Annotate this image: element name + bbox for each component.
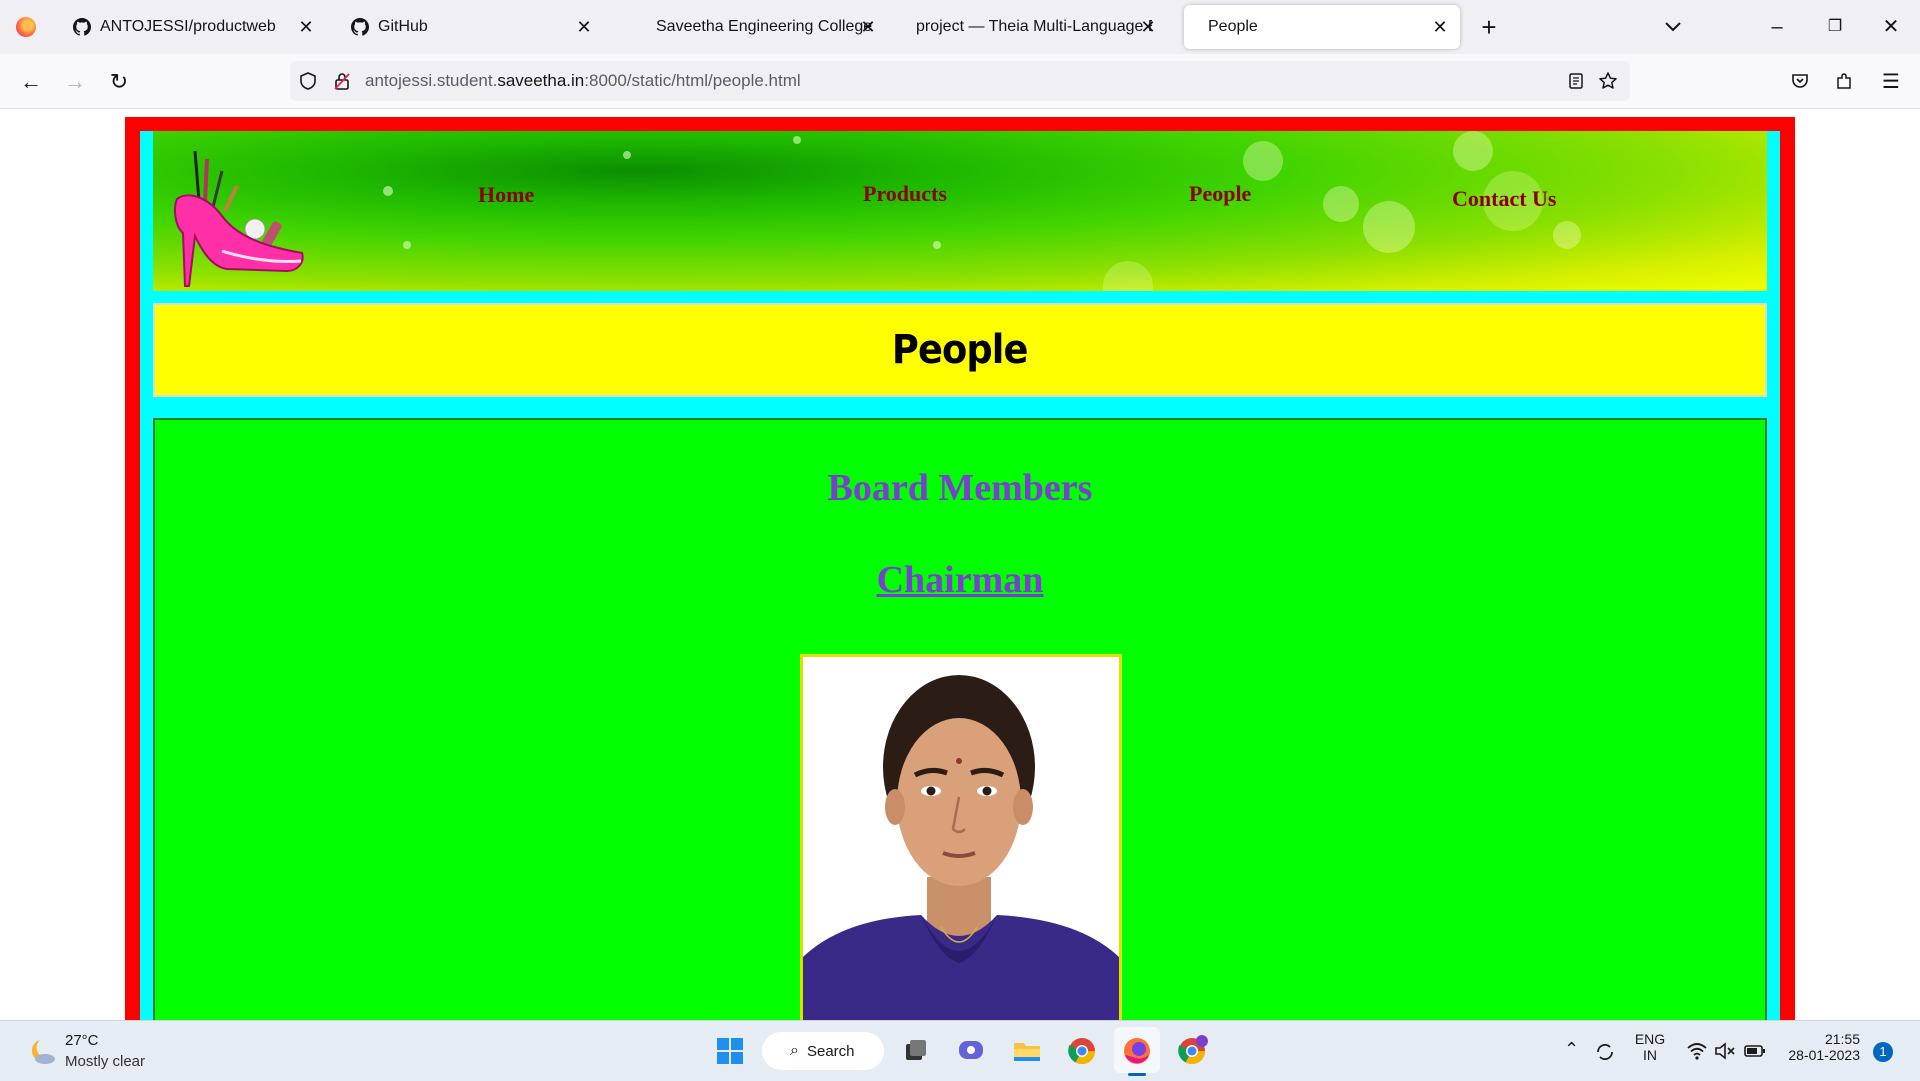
- header-banner: Home Products People Contact Us: [153, 131, 1767, 291]
- pocket-icon[interactable]: [1790, 71, 1810, 91]
- forward-button[interactable]: →: [60, 67, 90, 97]
- window-close-button[interactable]: ✕: [1876, 12, 1906, 42]
- shield-icon[interactable]: [298, 71, 318, 91]
- github-icon: [348, 18, 372, 36]
- windows-taskbar: 27°C Mostly clear ⌕ Search ⌃ ENG IN 21:5…: [0, 1020, 1920, 1081]
- chrome-profile-icon[interactable]: [1176, 1035, 1208, 1067]
- list-all-tabs-button[interactable]: [1660, 14, 1686, 40]
- menu-hamburger-icon[interactable]: ☰: [1876, 67, 1906, 97]
- tab-theia-project[interactable]: project — Theia Multi-Language Ex ✕: [892, 5, 1168, 49]
- page-title-bar: People: [153, 303, 1767, 397]
- tab-title: project — Theia Multi-Language Ex: [916, 18, 1152, 35]
- browser-tab-bar: ANTOJESSI/productweb ✕ GitHub ✕ Saveetha…: [0, 0, 1920, 54]
- close-icon[interactable]: ✕: [1430, 17, 1450, 37]
- language-indicator[interactable]: ENG IN: [1632, 1031, 1668, 1063]
- firefox-icon[interactable]: [0, 0, 52, 54]
- tab-title: ANTOJESSI/productweb: [100, 18, 276, 35]
- close-icon[interactable]: ✕: [1138, 17, 1158, 37]
- nav-link-home[interactable]: Home: [478, 182, 534, 208]
- tab-saveetha[interactable]: Saveetha Engineering College ✕: [612, 5, 888, 49]
- chairman-heading[interactable]: Chairman: [155, 558, 1765, 602]
- chevron-down-icon: [1665, 22, 1681, 32]
- tab-title: People: [1208, 18, 1258, 35]
- tab-title: GitHub: [378, 18, 428, 35]
- task-view-icon[interactable]: [900, 1035, 932, 1067]
- search-icon: ⌕: [790, 1042, 799, 1059]
- page-viewport: Home Products People Contact Us People B…: [0, 109, 1920, 1020]
- taskbar-search[interactable]: ⌕ Search: [762, 1032, 884, 1070]
- moon-weather-icon[interactable]: [26, 1037, 56, 1065]
- teams-chat-icon[interactable]: [955, 1035, 987, 1067]
- content-section: Board Members Chairman: [153, 418, 1767, 1020]
- notification-badge[interactable]: 1: [1873, 1042, 1893, 1062]
- inner-cyan-frame: Home Products People Contact Us People B…: [140, 131, 1780, 1020]
- chevron-up-icon[interactable]: ⌃: [1564, 1039, 1579, 1060]
- close-icon[interactable]: ✕: [858, 17, 878, 37]
- weather-temperature[interactable]: 27°C: [65, 1032, 99, 1049]
- chairman-photo: [800, 654, 1122, 1020]
- reader-view-icon[interactable]: [1566, 71, 1586, 91]
- shoe-logo: [174, 150, 304, 287]
- back-button[interactable]: ←: [16, 67, 46, 97]
- sync-icon[interactable]: [1594, 1041, 1616, 1063]
- speaker-muted-icon[interactable]: [1714, 1041, 1736, 1061]
- search-label: Search: [806, 1042, 855, 1060]
- reload-button[interactable]: ↻: [104, 67, 134, 97]
- new-tab-button[interactable]: +: [1474, 10, 1504, 44]
- windows-start-icon[interactable]: [714, 1035, 746, 1067]
- page-title: People: [892, 327, 1029, 373]
- weather-description[interactable]: Mostly clear: [65, 1053, 145, 1070]
- system-clock[interactable]: 21:55 28-01-2023: [1780, 1031, 1860, 1063]
- tab-antojessi-productweb[interactable]: ANTOJESSI/productweb ✕: [56, 5, 326, 49]
- nav-link-products[interactable]: Products: [863, 181, 947, 207]
- close-icon[interactable]: ✕: [296, 17, 316, 37]
- bookmark-star-icon[interactable]: [1598, 71, 1618, 91]
- file-explorer-icon[interactable]: [1011, 1035, 1043, 1067]
- firefox-taskbar-icon[interactable]: [1121, 1035, 1153, 1067]
- tab-title: Saveetha Engineering College: [656, 18, 873, 35]
- insecure-lock-icon[interactable]: [332, 71, 352, 91]
- restore-button[interactable]: ❐: [1820, 12, 1850, 42]
- section-heading: Board Members: [827, 467, 1093, 509]
- nav-link-people[interactable]: People: [1189, 181, 1251, 207]
- close-icon[interactable]: ✕: [574, 17, 594, 37]
- url-text[interactable]: antojessi.student.saveetha.in:8000/stati…: [365, 71, 801, 91]
- wifi-icon[interactable]: [1686, 1041, 1708, 1061]
- github-icon: [70, 18, 94, 36]
- extensions-icon[interactable]: [1834, 71, 1854, 91]
- browser-nav-bar: ← → ↻ antojessi.student.saveetha.in:8000…: [0, 54, 1920, 109]
- tab-people[interactable]: People ✕: [1184, 5, 1460, 49]
- nav-link-contact-us[interactable]: Contact Us: [1452, 186, 1557, 212]
- battery-icon[interactable]: [1744, 1043, 1766, 1059]
- outer-red-frame: Home Products People Contact Us People B…: [125, 117, 1795, 1020]
- chrome-icon[interactable]: [1066, 1035, 1098, 1067]
- tab-github[interactable]: GitHub ✕: [334, 5, 604, 49]
- minimize-button[interactable]: –: [1762, 12, 1792, 42]
- url-bar[interactable]: antojessi.student.saveetha.in:8000/stati…: [290, 61, 1630, 101]
